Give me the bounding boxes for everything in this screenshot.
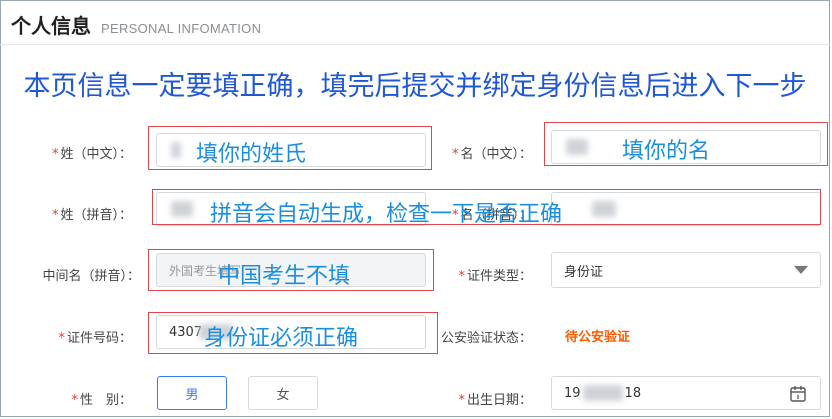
annotation-id-number: 身份证必须正确 (204, 326, 359, 351)
caret-down-icon (794, 266, 808, 274)
annotation-surname-cn: 填你的姓氏 (196, 142, 307, 167)
surname-cn-label: * 姓（中文）： (51, 147, 132, 162)
annotation-givenname-cn: 填你的名 (622, 139, 711, 164)
page-title: 个人信息 (11, 14, 91, 38)
redacted-value (582, 385, 623, 401)
calendar-icon[interactable] (790, 385, 806, 402)
section-header: 个人信息 PERSONAL INFOMATION (11, 10, 261, 39)
id-number-label: * 证件号码： (58, 331, 132, 346)
givenname-cn-label: * 名（中文）： (451, 147, 532, 162)
annotation-pinyin: 拼音会自动生成，检查一下是否正确 (210, 202, 563, 227)
gender-label: * 性 别： (71, 393, 132, 408)
instruction-banner: 本页信息一定要填正确，填完后提交并绑定身份信息后进入下一步 (23, 71, 807, 102)
header-divider (0, 44, 830, 45)
gender-male-button[interactable]: 男 (157, 376, 227, 410)
birthdate-label: * 出生日期： (458, 393, 532, 408)
gender-female-button[interactable]: 女 (248, 376, 318, 410)
birthdate-input[interactable]: 19 18 (551, 376, 821, 410)
police-status-label: 公安验证状态： (440, 331, 532, 346)
page-subtitle: PERSONAL INFOMATION (101, 21, 262, 36)
id-type-label: * 证件类型： (458, 269, 532, 284)
police-status-value: 待公安验证 (565, 330, 631, 345)
surname-pinyin-label: * 姓（拼音）： (51, 208, 132, 223)
middlename-label: 中间名（拼音）： (42, 269, 140, 284)
id-type-select[interactable]: 身份证 (551, 252, 821, 288)
annotation-middlename: 中国考生不填 (218, 264, 351, 289)
